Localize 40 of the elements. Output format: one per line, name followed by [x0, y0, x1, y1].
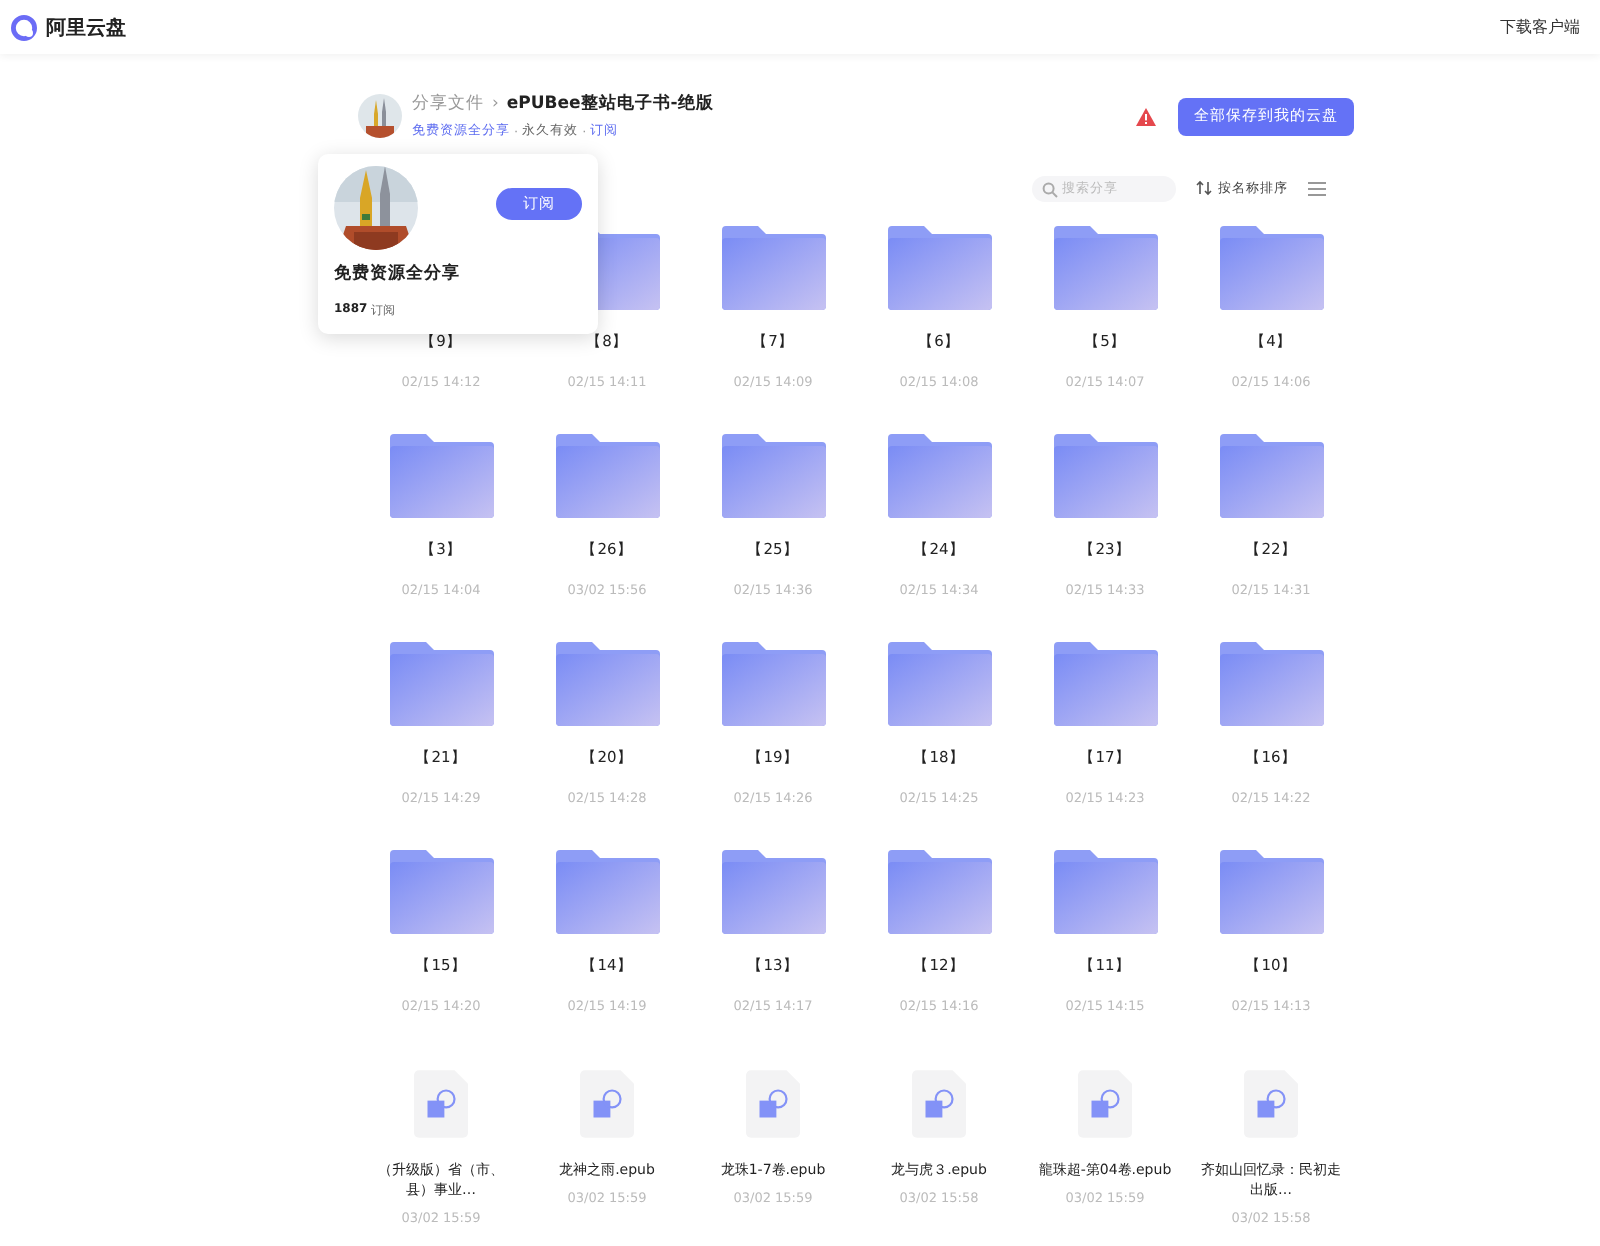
file-icon[interactable]	[414, 1070, 468, 1138]
folder-icon[interactable]	[887, 642, 991, 726]
file-icon[interactable]	[580, 1070, 634, 1138]
file-icon[interactable]	[1244, 1070, 1298, 1138]
logo-text: 阿里云盘	[46, 15, 126, 41]
folder-icon[interactable]	[1219, 850, 1323, 934]
folder-icon[interactable]	[887, 850, 991, 934]
folder-icon[interactable]	[1053, 642, 1157, 726]
search-icon	[1042, 181, 1058, 197]
folder-icon[interactable]	[721, 226, 825, 310]
folder-icon[interactable]	[1219, 434, 1323, 518]
logo-icon	[10, 13, 38, 41]
folder-icon[interactable]	[1053, 434, 1157, 518]
folder-icon[interactable]	[389, 642, 493, 726]
file-icon[interactable]	[1078, 1070, 1132, 1138]
folder-icon[interactable]	[721, 850, 825, 934]
file-icon[interactable]	[746, 1070, 800, 1138]
folder-icon[interactable]	[721, 642, 825, 726]
owner-name: 免费资源全分享	[334, 262, 462, 286]
breadcrumb-link[interactable]: 分享文件	[412, 92, 484, 116]
folder-icon[interactable]	[887, 434, 991, 518]
breadcrumb-separator: ›	[492, 94, 499, 114]
folder-icon[interactable]	[1053, 850, 1157, 934]
download-link[interactable]: 下载客户端	[1500, 16, 1580, 38]
folder-icon[interactable]	[1219, 642, 1323, 726]
folder-icon[interactable]	[555, 850, 659, 934]
folder-icon[interactable]	[555, 434, 659, 518]
menu-icon[interactable]	[1308, 181, 1326, 195]
folder-icon[interactable]	[1219, 226, 1323, 310]
sort-icon	[1196, 180, 1212, 196]
warning-icon[interactable]	[1136, 107, 1156, 125]
share-title: ePUBee整站电子书-绝版	[506, 92, 714, 116]
file-icon[interactable]	[912, 1070, 966, 1138]
folder-icon[interactable]	[1053, 226, 1157, 310]
folder-icon[interactable]	[887, 226, 991, 310]
folder-icon[interactable]	[721, 434, 825, 518]
folder-icon[interactable]	[555, 642, 659, 726]
folder-icon[interactable]	[389, 434, 493, 518]
avatar-icon	[358, 94, 402, 138]
folder-icon[interactable]	[389, 850, 493, 934]
